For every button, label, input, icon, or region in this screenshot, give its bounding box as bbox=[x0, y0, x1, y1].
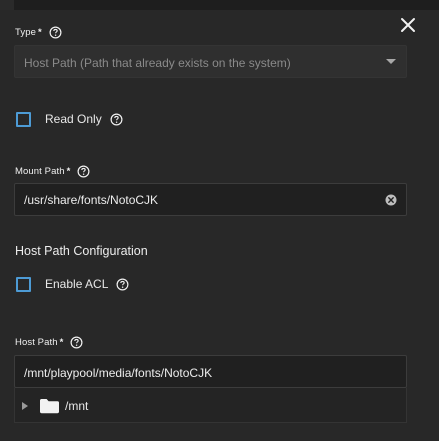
mount-path-input[interactable]: /usr/share/fonts/NotoCJK bbox=[14, 183, 407, 216]
close-icon bbox=[401, 18, 415, 32]
type-required-mark: * bbox=[38, 26, 42, 38]
enable-acl-row: Enable ACL bbox=[16, 276, 129, 292]
type-select-value: Host Path (Path that already exists on t… bbox=[24, 56, 291, 70]
clear-circle-icon[interactable] bbox=[385, 194, 397, 206]
read-only-label[interactable]: Read Only bbox=[45, 112, 102, 126]
expand-arrow-icon[interactable] bbox=[22, 401, 28, 410]
caret-down-icon bbox=[386, 59, 396, 64]
type-label: Type bbox=[15, 26, 36, 38]
host-path-tree: /mnt bbox=[14, 388, 407, 423]
help-circle-icon[interactable] bbox=[70, 336, 83, 349]
host-path-configuration-title: Host Path Configuration bbox=[15, 244, 148, 258]
host-path-required-mark: * bbox=[59, 336, 64, 348]
read-only-checkbox[interactable] bbox=[16, 111, 31, 127]
host-path-input[interactable]: /mnt/playpool/media/fonts/NotoCJK bbox=[14, 355, 407, 388]
help-circle-icon[interactable] bbox=[116, 278, 129, 291]
host-path-label: Host Path bbox=[15, 336, 58, 348]
tree-node-mnt[interactable]: /mnt bbox=[15, 388, 88, 423]
host-path-value: /mnt/playpool/media/fonts/NotoCJK bbox=[24, 366, 213, 380]
folder-icon bbox=[40, 398, 59, 413]
help-circle-icon[interactable] bbox=[77, 165, 90, 178]
mount-path-label: Mount Path bbox=[15, 165, 65, 177]
type-select[interactable]: Host Path (Path that already exists on t… bbox=[14, 45, 407, 78]
top-strip-edge bbox=[0, 0, 14, 10]
mount-path-required-mark: * bbox=[66, 165, 71, 177]
tree-node-label: /mnt bbox=[65, 398, 89, 413]
enable-acl-label[interactable]: Enable ACL bbox=[45, 277, 108, 291]
mount-path-label-row: Mount Path * bbox=[15, 164, 90, 178]
top-strip bbox=[0, 0, 439, 10]
mount-path-value: /usr/share/fonts/NotoCJK bbox=[24, 193, 159, 207]
help-circle-icon[interactable] bbox=[49, 26, 62, 39]
host-path-label-row: Host Path * bbox=[15, 335, 83, 349]
read-only-row: Read Only bbox=[16, 111, 123, 127]
help-circle-icon[interactable] bbox=[110, 113, 123, 126]
enable-acl-checkbox[interactable] bbox=[16, 276, 31, 292]
type-label-row: Type * bbox=[15, 25, 62, 39]
close-button[interactable] bbox=[398, 15, 418, 35]
